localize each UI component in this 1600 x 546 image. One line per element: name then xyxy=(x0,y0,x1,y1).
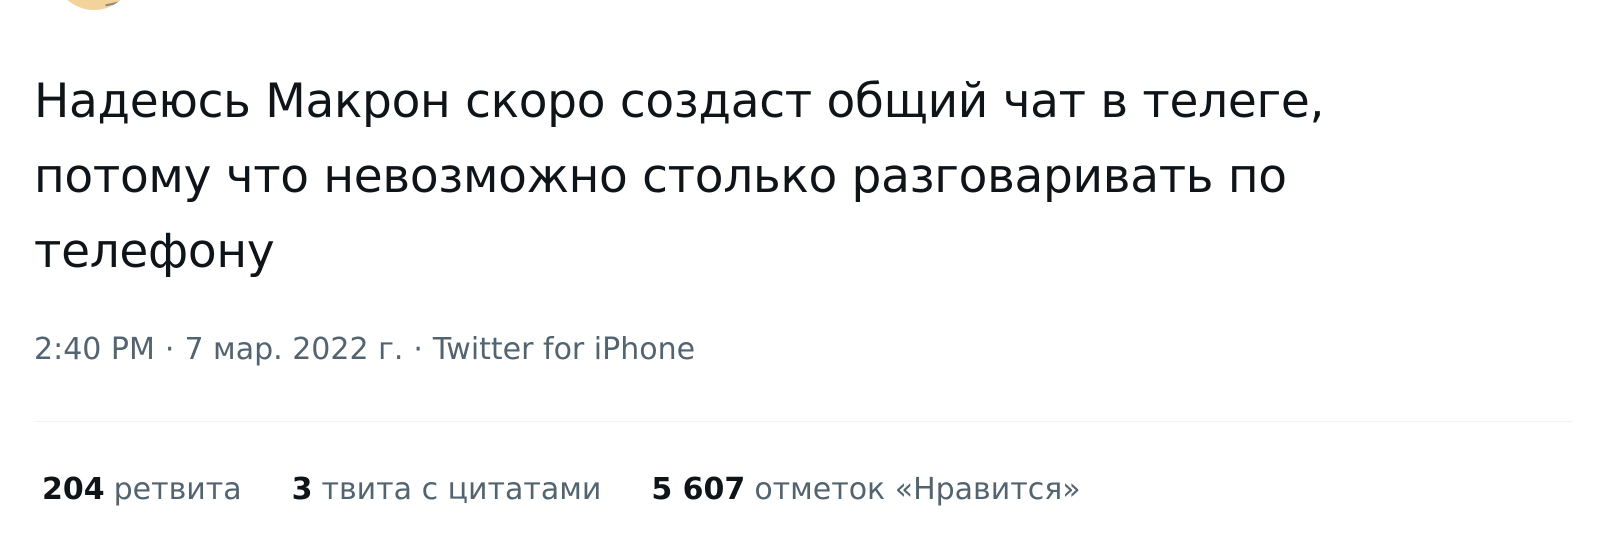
tweet-source-link[interactable]: Twitter for iPhone xyxy=(433,332,695,367)
likes-label: отметок «Нравится» xyxy=(754,472,1081,507)
tweet-metadata: 2:40 PM · 7 мар. 2022 г. · Twitter for iPhon… xyxy=(34,328,695,372)
tweet-time[interactable]: 2:40 PM xyxy=(34,332,155,367)
retweets-stat[interactable]: 204 ретвита xyxy=(42,468,242,512)
meta-separator: · xyxy=(164,332,175,367)
meta-separator: · xyxy=(413,332,423,367)
tweet-text-line: потому что невозможно столько разговарив… xyxy=(34,149,1287,204)
avatar[interactable] xyxy=(54,0,134,10)
tweet-text-line: телефону xyxy=(34,224,275,279)
tweet-text-line: Надеюсь Макрон скоро создаст общий чат в… xyxy=(34,74,1325,129)
tweet-text: Надеюсь Макрон скоро создаст общий чат в… xyxy=(34,64,1564,289)
tweet-stats: 204 ретвита 3 твита с цитатами 5 607 отм… xyxy=(42,468,1131,512)
quote-tweets-label: твита с цитатами xyxy=(321,472,602,507)
retweets-label: ретвита xyxy=(113,472,242,507)
tweet-date[interactable]: 7 мар. 2022 г. xyxy=(184,332,403,367)
quote-tweets-count: 3 xyxy=(291,472,313,507)
likes-count: 5 607 xyxy=(651,472,746,507)
quote-tweets-stat[interactable]: 3 твита с цитатами xyxy=(292,468,602,512)
likes-stat[interactable]: 5 607 отметок «Нравится» xyxy=(651,468,1080,512)
divider xyxy=(34,421,1572,422)
retweets-count: 204 xyxy=(42,472,105,507)
